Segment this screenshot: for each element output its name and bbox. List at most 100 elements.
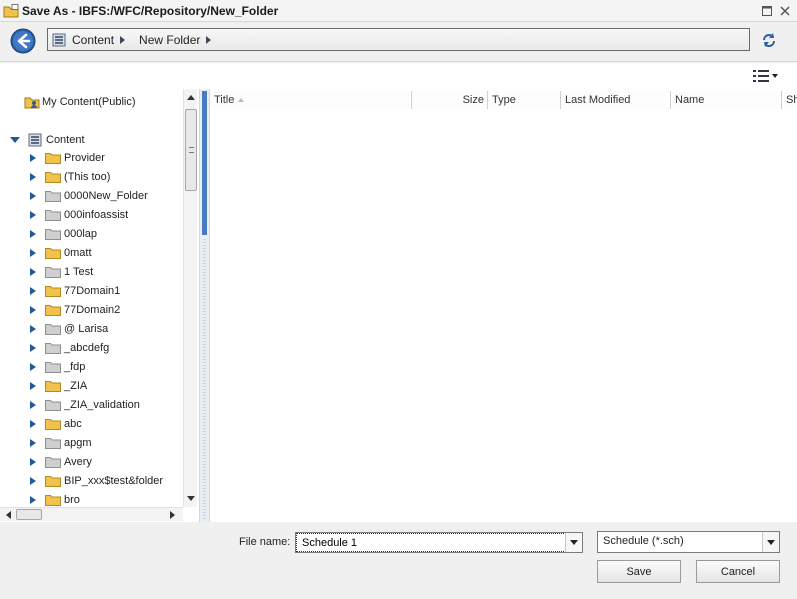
tree-item-folder[interactable]: 1 Test (30, 262, 93, 281)
maximize-icon (762, 6, 772, 16)
view-options-button[interactable] (753, 68, 779, 84)
expand-arrow-icon[interactable] (30, 305, 36, 314)
tree-item-label: Content (46, 133, 85, 146)
folder-icon (45, 342, 61, 354)
expand-arrow-icon[interactable] (30, 476, 36, 485)
tree-item-folder[interactable]: (This too) (30, 167, 110, 186)
breadcrumb-item-new-folder[interactable]: New Folder (139, 32, 212, 47)
pane-splitter[interactable] (200, 89, 209, 522)
file-type-select[interactable]: Schedule (*.sch) (597, 531, 780, 553)
expand-arrow-icon[interactable] (30, 495, 36, 504)
expand-arrow-icon[interactable] (30, 381, 36, 390)
details-view-icon (753, 70, 769, 82)
expand-arrow-icon[interactable] (30, 457, 36, 466)
expand-arrow-icon[interactable] (30, 172, 36, 181)
tree-item-folder[interactable]: _abcdefg (30, 338, 109, 357)
expand-arrow-icon[interactable] (30, 400, 36, 409)
expand-arrow-icon[interactable] (30, 324, 36, 333)
folder-icon (45, 323, 61, 335)
expand-arrow-icon[interactable] (30, 191, 36, 200)
folder-icon (45, 152, 61, 164)
dialog-footer: File name: Schedule (*.sch) Save Cancel (0, 522, 797, 599)
file-list: Title Size Type Last Modified Name Sh (209, 89, 797, 522)
expand-arrow-icon[interactable] (30, 153, 36, 162)
tree-item-folder[interactable]: apgm (30, 433, 92, 452)
expand-arrow-icon[interactable] (30, 267, 36, 276)
tree-item-content[interactable]: Content (10, 130, 85, 149)
column-header-size[interactable]: Size (412, 91, 488, 109)
expand-arrow-icon[interactable] (30, 286, 36, 295)
tree-vertical-scrollbar[interactable] (183, 89, 197, 507)
maximize-button[interactable] (760, 4, 774, 18)
column-label: Name (675, 94, 705, 106)
breadcrumb-label: Content (72, 32, 115, 47)
tree-item-my-content[interactable]: My Content(Public) (24, 92, 136, 111)
folder-icon (45, 399, 61, 411)
chevron-right-icon (120, 35, 126, 44)
tree-item-folder[interactable]: _fdp (30, 357, 85, 376)
tree-item-folder[interactable]: Avery (30, 452, 92, 471)
tree-item-folder[interactable]: abc (30, 414, 82, 433)
tree-item-folder[interactable]: 77Domain2 (30, 300, 120, 319)
tree-horizontal-scrollbar[interactable] (0, 507, 183, 521)
view-toolbar (0, 63, 797, 89)
tree-item-folder[interactable]: 77Domain1 (30, 281, 120, 300)
breadcrumb: Content New Folder (47, 28, 750, 51)
scrollbar-thumb[interactable] (185, 109, 197, 191)
tree-item-folder[interactable]: BIP_xxx$test&folder (30, 471, 163, 490)
tree-item-folder[interactable]: @ Larisa (30, 319, 108, 338)
chevron-right-icon (206, 35, 212, 44)
tree-item-folder[interactable]: 000infoassist (30, 205, 128, 224)
folder-icon (45, 171, 61, 183)
tree-item-folder[interactable]: Provider (30, 148, 105, 167)
folder-icon (45, 494, 61, 506)
tree-item-label: 77Domain1 (64, 284, 121, 297)
tree-item-folder[interactable]: _ZIA_validation (30, 395, 140, 414)
expand-arrow-icon[interactable] (30, 343, 36, 352)
column-header-last-modified[interactable]: Last Modified (561, 91, 671, 109)
column-header-name[interactable]: Name (671, 91, 782, 109)
tree-item-folder[interactable]: 0matt (30, 243, 92, 262)
tree-item-folder[interactable]: _ZIA (30, 376, 87, 395)
chevron-down-icon (767, 539, 775, 545)
scrollbar-thumb[interactable] (16, 509, 42, 520)
expand-arrow-icon[interactable] (30, 419, 36, 428)
tree-item-label: 000infoassist (64, 208, 129, 221)
file-name-input[interactable] (296, 533, 566, 552)
expand-arrow-icon[interactable] (30, 248, 36, 257)
tree-item-folder[interactable]: 0000New_Folder (30, 186, 148, 205)
expand-arrow-icon[interactable] (30, 438, 36, 447)
tree-item-label: apgm (64, 436, 92, 449)
file-type-value: Schedule (*.sch) (603, 535, 684, 547)
breadcrumb-label: New Folder (139, 32, 201, 47)
column-header-type[interactable]: Type (488, 91, 561, 109)
column-header-title[interactable]: Title (210, 91, 412, 109)
scroll-up-icon[interactable] (187, 95, 195, 100)
file-name-dropdown-button[interactable] (565, 533, 582, 552)
user-folder-icon (24, 97, 40, 108)
expand-arrow-icon[interactable] (30, 210, 36, 219)
folder-icon (45, 266, 61, 278)
tree-item-label: @ Larisa (64, 322, 109, 335)
scroll-right-icon[interactable] (170, 511, 175, 519)
breadcrumb-item-content[interactable]: Content (72, 32, 126, 47)
list-header: Title Size Type Last Modified Name Sh (210, 91, 797, 109)
folder-icon (45, 247, 61, 259)
folder-icon (45, 285, 61, 297)
file-type-dropdown-button[interactable] (762, 532, 779, 552)
column-header-sh[interactable]: Sh (782, 91, 797, 109)
tree-item-folder[interactable]: 000lap (30, 224, 97, 243)
refresh-button[interactable] (760, 31, 778, 49)
expand-arrow-icon[interactable] (30, 362, 36, 371)
scroll-down-icon[interactable] (187, 496, 195, 501)
back-button[interactable] (10, 28, 36, 54)
file-name-combobox[interactable] (295, 532, 583, 553)
close-button[interactable] (778, 4, 792, 18)
scroll-left-icon[interactable] (6, 511, 11, 519)
expand-arrow-icon[interactable] (30, 229, 36, 238)
save-button[interactable]: Save (597, 560, 681, 583)
tree-item-label: 0matt (64, 246, 92, 259)
cancel-button[interactable]: Cancel (696, 560, 780, 583)
expand-arrow-icon[interactable] (10, 136, 20, 143)
navigation-bar: Content New Folder (0, 22, 797, 62)
